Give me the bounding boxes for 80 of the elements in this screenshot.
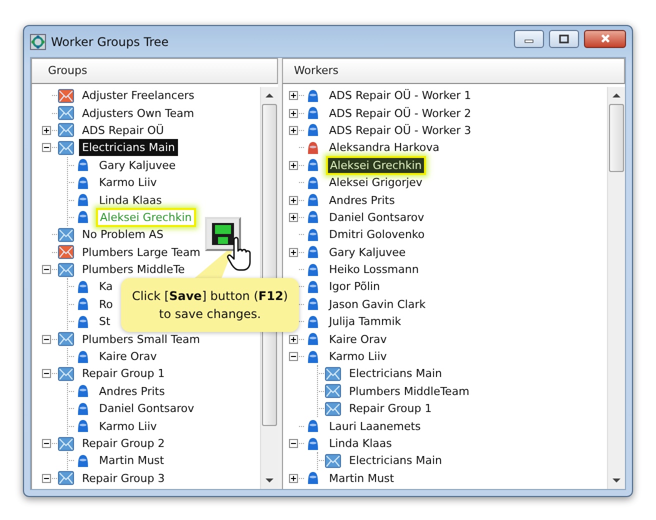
maximize-button[interactable] [549, 30, 579, 48]
tree-item[interactable]: ADS Repair OÜ - Worker 2 [326, 104, 474, 122]
tree-item[interactable]: Linda Klaas [96, 192, 165, 209]
expand-toggle[interactable] [289, 212, 298, 222]
tree-item[interactable]: Ro [96, 296, 116, 313]
tree-item[interactable]: ADS Repair OÜ - Worker 3 [326, 122, 474, 139]
collapse-toggle[interactable] [42, 334, 51, 344]
tree-item[interactable]: St [96, 313, 114, 330]
close-button[interactable] [584, 30, 626, 48]
expand-toggle[interactable] [289, 160, 298, 170]
tree-item[interactable]: Repair Group 2 [79, 435, 168, 452]
tree-item[interactable]: Gary Kaljuvee [96, 156, 179, 174]
expand-toggle[interactable] [289, 126, 298, 135]
tree-item[interactable]: Andres Prits [326, 192, 398, 209]
tree-item[interactable]: Julija Tammik [326, 313, 404, 330]
collapse-toggle[interactable] [42, 439, 51, 448]
tree-item[interactable]: Electricians Main [346, 452, 446, 470]
tree-item[interactable]: Karmo Liiv [96, 418, 160, 435]
tree-item[interactable]: Repair Group 1 [346, 400, 435, 418]
collapse-toggle[interactable] [289, 439, 298, 448]
tree-item[interactable]: Andres Prits [96, 382, 168, 400]
tree-item[interactable]: Plumbers Large Team [79, 244, 204, 261]
tree-item[interactable]: Heiko Lossmann [326, 261, 422, 278]
tree-item[interactable]: Repair Group 1 [79, 365, 168, 382]
close-icon [600, 33, 610, 44]
expand-toggle[interactable] [289, 474, 298, 483]
scroll-up-icon[interactable] [612, 93, 621, 98]
tree-item[interactable]: Linda Klaas [326, 435, 395, 452]
tree-item[interactable]: Kaire Orav [96, 348, 160, 366]
tree-item[interactable]: Jason Gavin Clark [326, 296, 429, 313]
tree-item[interactable]: Aleksei Grechkin [326, 156, 426, 175]
expand-toggle[interactable] [289, 108, 298, 118]
collapse-toggle[interactable] [42, 265, 51, 274]
tree-item[interactable]: Adjuster Freelancers [79, 87, 198, 104]
scroll-up-icon[interactable] [265, 93, 274, 98]
tree-item[interactable]: Ka [96, 278, 116, 296]
tree-item[interactable]: Aleksandra Harkova [326, 139, 442, 156]
column-header[interactable]: Groups [31, 58, 278, 84]
tree-item[interactable]: Igor Põlin [326, 278, 384, 296]
tree-item[interactable]: Aleksei Grechkin [96, 208, 196, 227]
tree-item[interactable]: Daniel Gontsarov [326, 208, 428, 226]
tree-item[interactable]: Kaire Orav [326, 330, 390, 348]
tree-item[interactable]: Adjusters Own Team [79, 104, 198, 122]
collapse-toggle[interactable] [42, 369, 51, 378]
tree-item[interactable]: ADS Repair OÜ - Worker 1 [326, 87, 474, 104]
tree-item[interactable]: Plumbers Small Team [79, 330, 203, 348]
tree-item[interactable]: ADS Repair OÜ [79, 122, 167, 139]
tree-item[interactable]: Electricians Main [79, 139, 178, 156]
collapse-toggle[interactable] [289, 352, 298, 362]
column-header[interactable]: Workers [282, 58, 625, 84]
tree-item[interactable]: Repair Group 3 [79, 470, 168, 487]
tree-item[interactable]: Karmo Liiv [326, 348, 390, 366]
tree-item[interactable]: Karmo Liiv [96, 174, 160, 192]
expand-toggle[interactable] [289, 248, 298, 257]
app-icon [30, 34, 46, 50]
tree-item[interactable]: Electricians Main [346, 365, 446, 382]
collapse-toggle[interactable] [42, 143, 51, 152]
scroll-down-icon[interactable] [265, 478, 274, 483]
tree-item[interactable]: Daniel Gontsarov [96, 400, 198, 418]
minimize-button[interactable] [514, 30, 544, 48]
tree-item[interactable]: Dmitri Golovenko [326, 226, 428, 244]
expand-toggle[interactable] [289, 196, 298, 205]
tree-item[interactable]: Martin Must [96, 452, 168, 470]
tree-item[interactable]: Martin Must [326, 470, 398, 487]
tree-item[interactable]: Aleksei Grigorjev [326, 174, 426, 192]
collapse-toggle[interactable] [42, 474, 51, 483]
expand-toggle[interactable] [289, 334, 298, 344]
expand-toggle[interactable] [42, 126, 51, 135]
tree-item[interactable]: Lauri Laanemets [326, 418, 424, 435]
save-button[interactable] [205, 217, 241, 251]
tree-item[interactable]: Plumbers MiddleTe [79, 261, 188, 278]
maximize-icon [559, 34, 569, 44]
scrollbar-thumb[interactable] [609, 104, 624, 172]
scrollbar[interactable] [607, 87, 625, 489]
tree-item[interactable]: Plumbers MiddleTeam [346, 382, 472, 400]
scroll-down-icon[interactable] [612, 478, 621, 483]
expand-toggle[interactable] [289, 91, 298, 100]
tree-item[interactable]: No Problem AS [79, 226, 166, 244]
tree-item[interactable]: Gary Kaljuvee [326, 244, 409, 261]
window-title: Worker Groups Tree [51, 34, 169, 48]
